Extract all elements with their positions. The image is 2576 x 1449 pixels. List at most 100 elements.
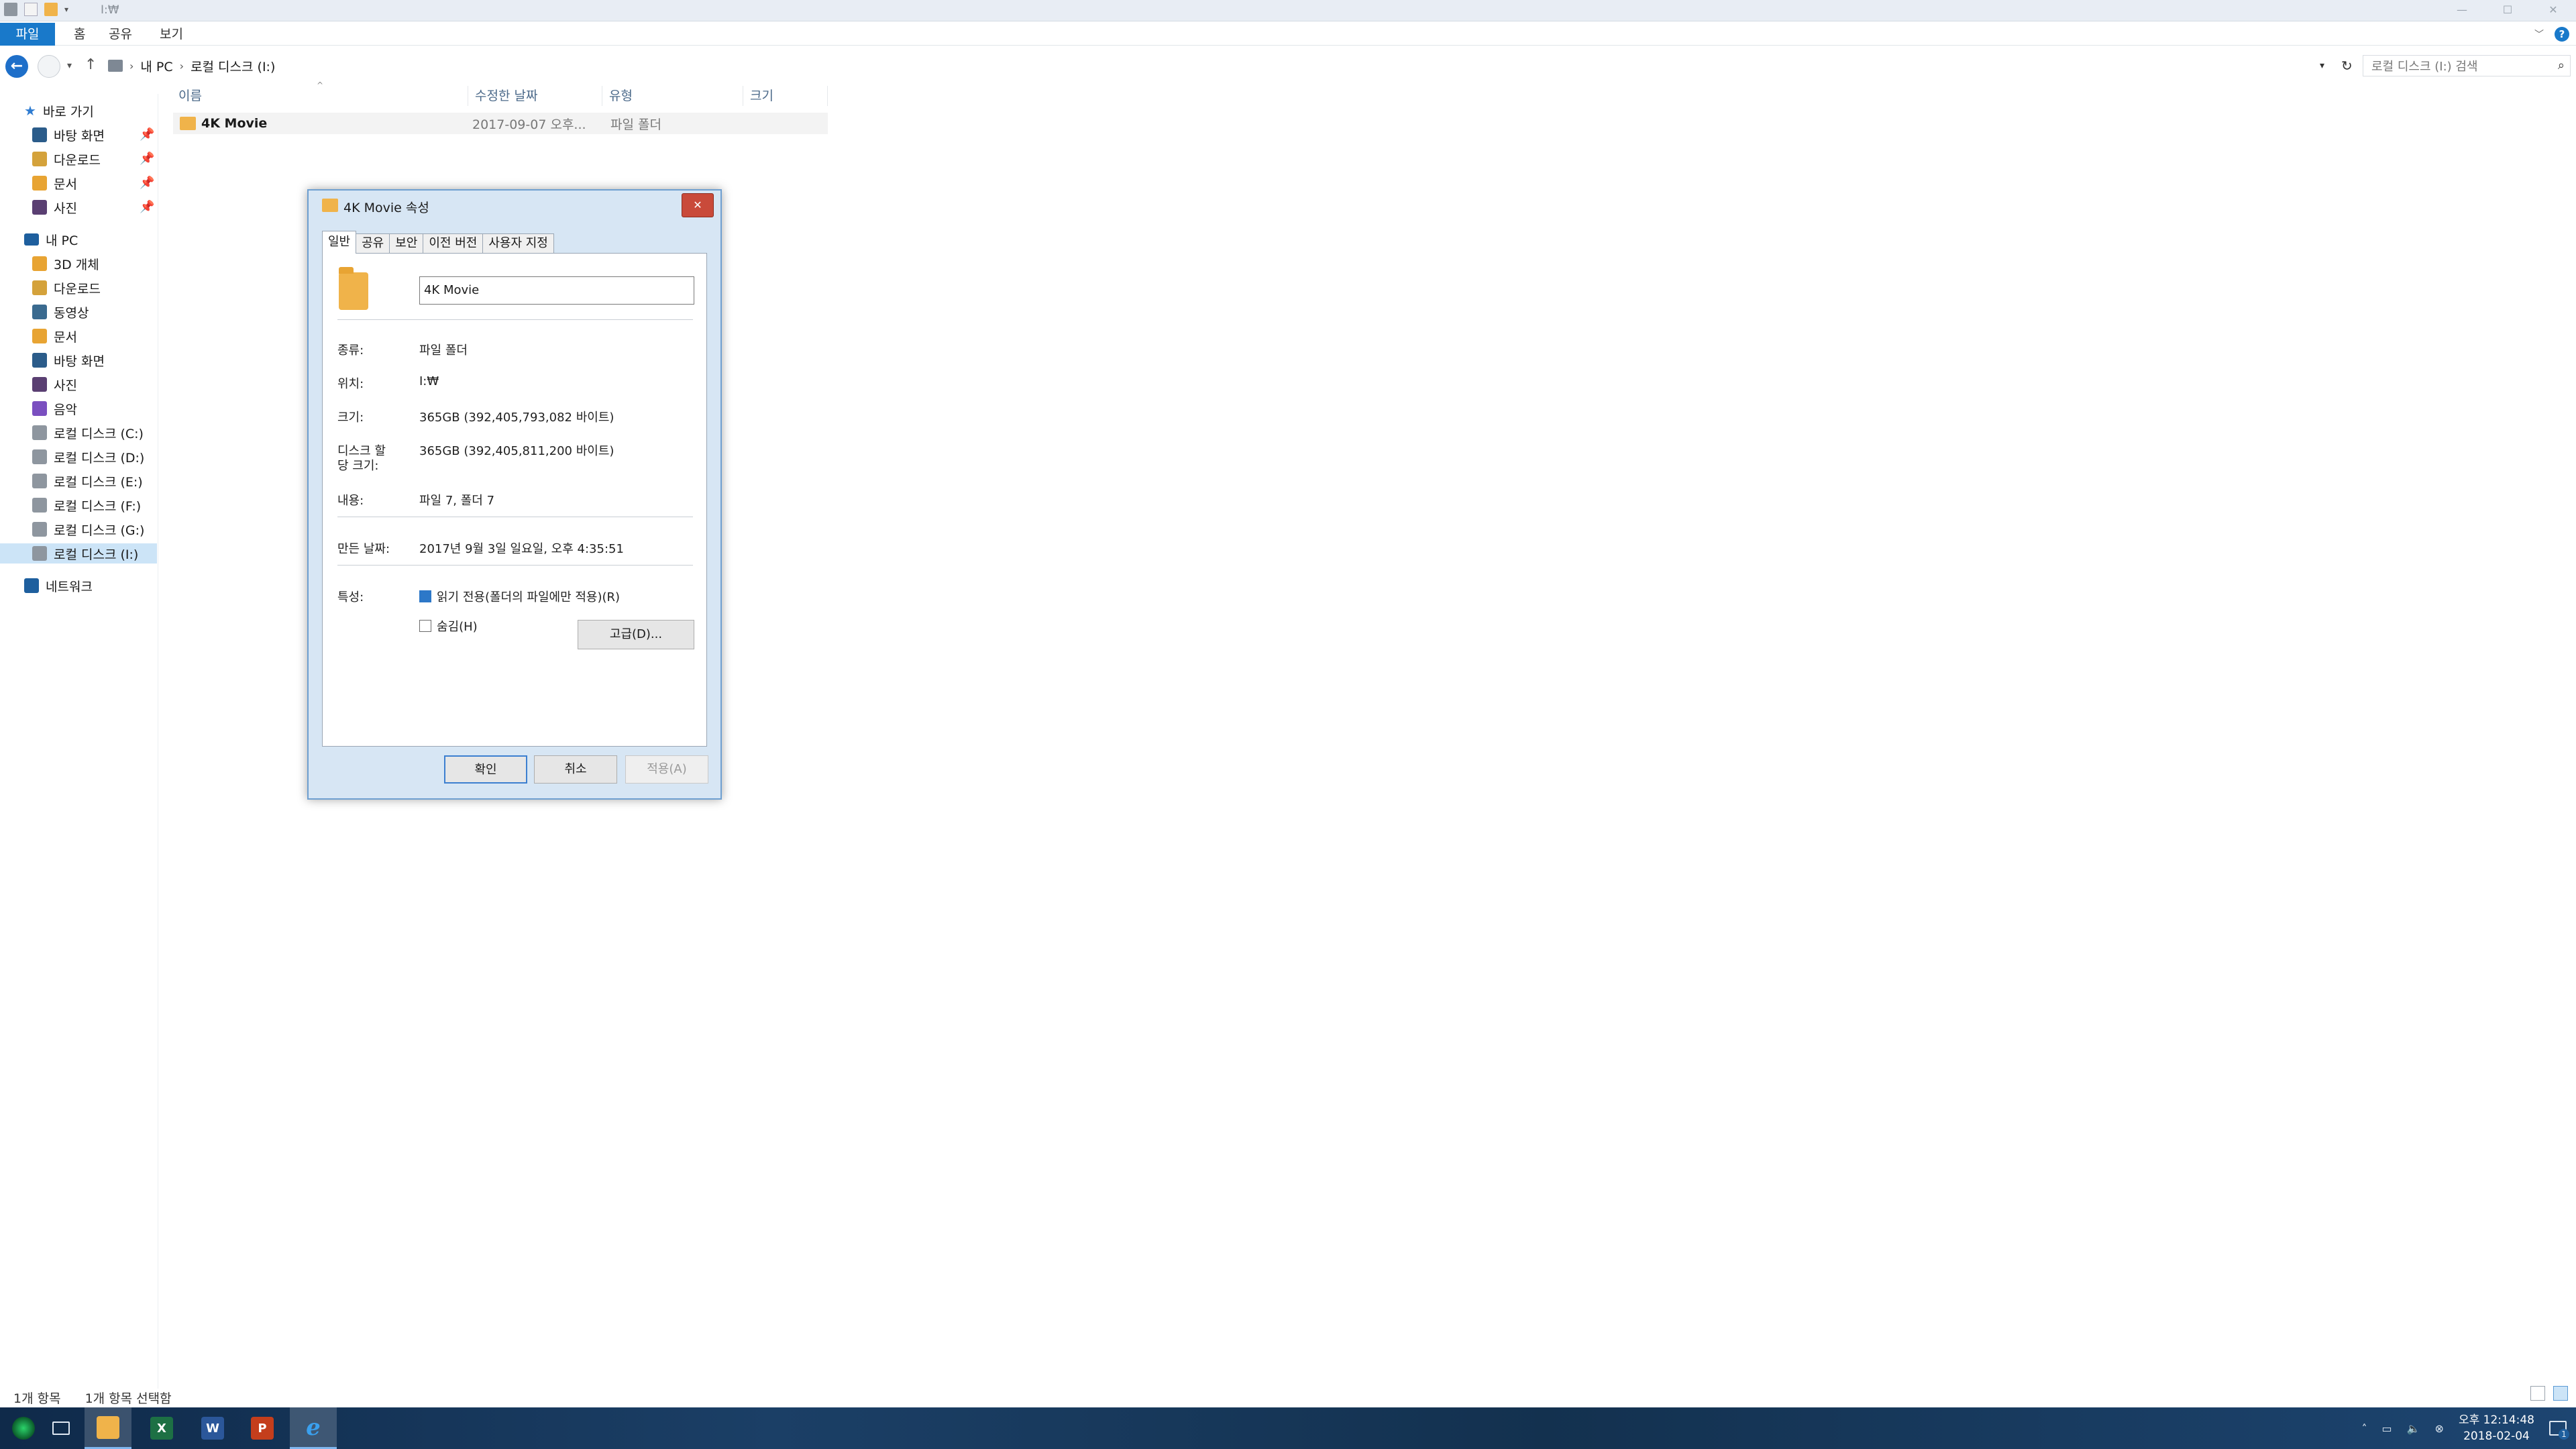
nav-quick-downloads[interactable]: 다운로드 (32, 149, 101, 169)
nav-pictures[interactable]: 사진 (32, 374, 77, 394)
new-folder-icon[interactable] (44, 3, 58, 16)
search-icon[interactable]: ⌕ (2558, 58, 2565, 72)
nav-label: 로컬 디스크 (G:) (54, 523, 145, 538)
hidden-checkbox[interactable]: 숨김(H) (419, 617, 478, 635)
task-view-button[interactable] (38, 1407, 85, 1449)
details-view-icon[interactable] (2530, 1386, 2545, 1401)
properties-icon[interactable] (24, 3, 38, 16)
powerpoint-icon: P (251, 1417, 274, 1440)
nav-drive-i[interactable]: 로컬 디스크 (I:) (0, 543, 157, 564)
readonly-label: 읽기 전용(폴더의 파일에만 적용)(R) (437, 590, 621, 604)
nav-drive-g[interactable]: 로컬 디스크 (G:) (32, 519, 144, 539)
clock-time: 오후 12:14:48 (2458, 1413, 2534, 1427)
tab-home[interactable]: 홈 (62, 23, 97, 46)
nav-drive-d[interactable]: 로컬 디스크 (D:) (32, 447, 144, 467)
column-header-name[interactable]: 이름 (172, 86, 468, 106)
nav-quick-documents[interactable]: 문서 (32, 173, 77, 193)
dialog-title-bar[interactable]: 4K Movie 속성 ✕ (309, 191, 720, 220)
breadcrumb-this-pc[interactable]: 내 PC (140, 57, 172, 75)
nav-label: 네트워크 (46, 579, 93, 594)
tab-file[interactable]: 파일 (0, 23, 55, 46)
folder-name-field[interactable]: 4K Movie (419, 276, 694, 305)
nav-downloads[interactable]: 다운로드 (32, 278, 101, 298)
forward-button[interactable] (38, 55, 60, 78)
address-dropdown-icon[interactable]: ▾ (2320, 60, 2324, 71)
refresh-icon[interactable]: ↻ (2341, 58, 2353, 74)
back-button[interactable]: ← (5, 55, 28, 78)
recent-locations-icon[interactable]: ▾ (67, 60, 72, 71)
help-icon[interactable]: ? (2555, 27, 2569, 42)
dialog-close-button[interactable]: ✕ (682, 193, 714, 217)
expand-ribbon-icon[interactable]: ﹀ (2534, 28, 2544, 41)
drive-icon (32, 546, 47, 561)
clock[interactable]: 오후 12:14:48 2018-02-04 (2459, 1412, 2534, 1444)
language-icon[interactable]: ⊗ (2435, 1422, 2444, 1435)
search-input[interactable]: 로컬 디스크 (I:) 검색 ⌕ (2363, 55, 2571, 76)
nav-drive-f[interactable]: 로컬 디스크 (F:) (32, 495, 141, 515)
taskbar-powerpoint[interactable]: P (239, 1407, 286, 1449)
breadcrumb-local-disk[interactable]: 로컬 디스크 (I:) (191, 57, 275, 75)
size-label: 크기: (337, 411, 364, 425)
nav-drive-c[interactable]: 로컬 디스크 (C:) (32, 423, 144, 443)
this-pc-icon (24, 233, 39, 246)
chevron-right-icon[interactable]: › (129, 60, 133, 72)
close-button[interactable]: ✕ (2530, 0, 2576, 19)
checkbox-icon[interactable] (419, 620, 431, 632)
chevron-up-icon[interactable]: ˄ (2362, 1422, 2367, 1435)
taskbar-word[interactable]: W (189, 1407, 236, 1449)
nav-quick-desktop[interactable]: 바탕 화면 (32, 125, 105, 145)
nav-desktop[interactable]: 바탕 화면 (32, 350, 105, 370)
nav-videos[interactable]: 동영상 (32, 302, 89, 322)
nav-3d-objects[interactable]: 3D 개체 (32, 254, 99, 274)
column-header-date[interactable]: 수정한 날짜 (468, 86, 602, 106)
pin-icon[interactable]: 📌 (140, 176, 154, 190)
tab-sharing[interactable]: 공유 (356, 233, 390, 254)
tab-general[interactable]: 일반 (322, 231, 357, 254)
column-header-type[interactable]: 유형 (602, 86, 743, 106)
apply-button[interactable]: 적용(A) (625, 755, 708, 784)
pin-icon[interactable]: 📌 (140, 200, 154, 214)
nav-label: 음악 (54, 402, 77, 417)
taskbar-excel[interactable]: X (138, 1407, 185, 1449)
pin-icon[interactable]: 📌 (140, 152, 154, 166)
quick-access-toolbar: ▾ (4, 3, 68, 16)
nav-quick-pictures[interactable]: 사진 (32, 197, 77, 217)
maximize-button[interactable]: ☐ (2485, 0, 2530, 19)
nav-quick-access[interactable]: ★ 바로 가기 (24, 101, 94, 121)
tab-customize[interactable]: 사용자 지정 (482, 233, 554, 254)
cancel-button[interactable]: 취소 (534, 755, 617, 784)
pin-icon[interactable]: 📌 (140, 127, 154, 142)
address-bar[interactable]: › 내 PC › 로컬 디스크 (I:) (107, 55, 2334, 76)
tab-previous-versions[interactable]: 이전 버전 (423, 233, 484, 254)
nav-network[interactable]: 네트워크 (24, 576, 93, 596)
nav-documents[interactable]: 문서 (32, 326, 77, 346)
volume-icon[interactable]: 🔈 (2407, 1422, 2420, 1435)
large-icons-view-icon[interactable] (2553, 1386, 2568, 1401)
qat-dropdown-icon[interactable]: ▾ (64, 5, 68, 14)
nav-music[interactable]: 음악 (32, 398, 77, 419)
drive-icon (32, 498, 47, 513)
network-tray-icon[interactable]: ▭ (2382, 1422, 2392, 1435)
search-placeholder: 로컬 디스크 (I:) 검색 (2371, 60, 2478, 74)
taskbar-internet-explorer[interactable]: e (290, 1407, 337, 1449)
nav-label: 로컬 디스크 (E:) (54, 474, 143, 490)
notification-icon[interactable]: 1 (2549, 1421, 2569, 1440)
tab-share[interactable]: 공유 (97, 23, 144, 46)
file-row-4k-movie[interactable]: 4K Movie 2017-09-07 오후... 파일 폴더 (173, 113, 828, 134)
advanced-button[interactable]: 고급(D)... (578, 620, 694, 649)
dialog-tabs: 일반 공유 보안 이전 버전 사용자 지정 (322, 231, 554, 254)
taskbar-file-explorer[interactable] (85, 1407, 131, 1449)
tab-security[interactable]: 보안 (389, 233, 424, 254)
column-header-size[interactable]: 크기 (743, 86, 828, 106)
checkbox-indeterminate-icon[interactable] (419, 590, 431, 602)
up-button[interactable]: ↑ (85, 56, 97, 73)
tab-view[interactable]: 보기 (148, 23, 195, 46)
nav-drive-e[interactable]: 로컬 디스크 (E:) (32, 471, 143, 491)
readonly-checkbox[interactable]: 읽기 전용(폴더의 파일에만 적용)(R) (419, 588, 620, 605)
selected-count: 1개 항목 선택함 (85, 1391, 172, 1406)
ok-button[interactable]: 확인 (444, 755, 527, 784)
minimize-button[interactable]: — (2439, 0, 2485, 19)
nav-this-pc[interactable]: 내 PC (24, 229, 78, 250)
nav-label: 3D 개체 (54, 257, 99, 272)
chevron-right-icon[interactable]: › (180, 60, 184, 72)
